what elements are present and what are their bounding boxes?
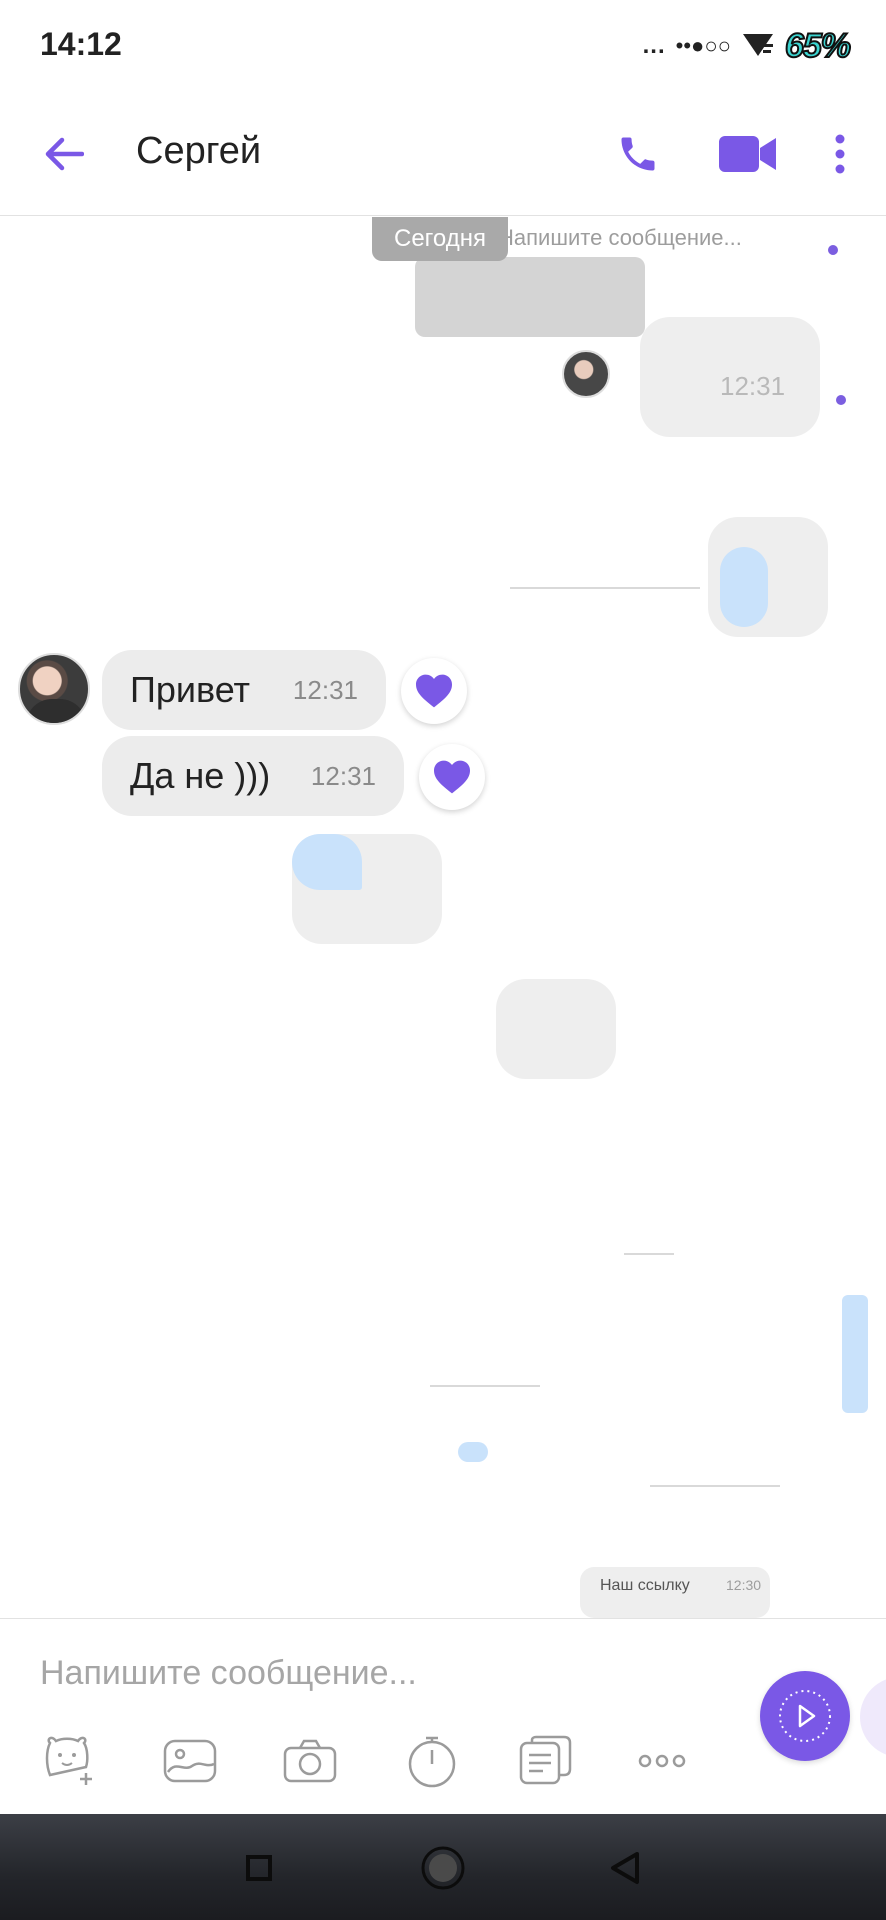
status-time: 14:12 <box>40 26 122 62</box>
secondary-action-button[interactable] <box>860 1677 886 1757</box>
notification-dots-icon: ... <box>642 32 666 59</box>
home-button[interactable] <box>415 1840 471 1896</box>
gif-button[interactable] <box>514 1729 578 1793</box>
battery-percentage: 65% <box>784 26 852 66</box>
date-separator: Сегодня <box>372 217 508 261</box>
message-bubble[interactable]: Привет 12:31 <box>102 650 386 730</box>
sticker-icon <box>45 1736 92 1785</box>
camera-icon <box>283 1739 337 1783</box>
send-icon <box>779 1690 831 1742</box>
message-text: Да не ))) <box>130 755 271 796</box>
ghost-artifact <box>624 1253 674 1255</box>
like-button[interactable] <box>419 744 485 810</box>
more-vertical-icon <box>835 134 845 174</box>
message-bubble[interactable]: Да не ))) 12:31 <box>102 736 404 816</box>
ghost-artifact <box>458 1442 488 1462</box>
phone-icon <box>621 137 655 171</box>
composer-toolbar <box>0 1729 720 1805</box>
message-text: Привет <box>130 669 251 710</box>
voice-call-button[interactable] <box>610 126 666 182</box>
back-nav-button[interactable] <box>597 1840 653 1896</box>
screen: 14:12 ... ••●○○ 65% Сергей Напишите сооб… <box>0 0 886 1920</box>
video-camera-icon <box>719 136 776 172</box>
arrow-left-icon <box>45 137 84 171</box>
back-button[interactable] <box>38 128 90 180</box>
more-horizontal-icon <box>638 1754 686 1768</box>
sticker-button[interactable] <box>38 1729 102 1793</box>
heart-icon <box>434 760 470 794</box>
ghost-artifact <box>496 979 616 1079</box>
square-icon <box>246 1855 272 1881</box>
like-button[interactable] <box>401 658 467 724</box>
triangle-back-icon <box>611 1852 639 1884</box>
chat-title[interactable]: Сергей <box>136 130 261 173</box>
ghost-artifact <box>836 395 846 405</box>
more-options-button[interactable] <box>826 126 854 182</box>
gallery-button[interactable] <box>158 1729 222 1793</box>
message-time: 12:31 <box>310 760 376 791</box>
gif-icon <box>519 1735 572 1785</box>
ghost-time: 12:31 <box>720 371 786 401</box>
ghost-link-text: Наш ссылку <box>600 1577 690 1594</box>
signal-strength-icon: ••●○○ <box>675 33 731 58</box>
timer-icon <box>408 1736 456 1788</box>
status-bar: 14:12 ... ••●○○ 65% <box>0 0 886 92</box>
status-icons: ... ••●○○ 65% <box>642 24 852 68</box>
ghost-avatar <box>562 350 610 398</box>
timer-button[interactable] <box>400 1729 464 1793</box>
home-circle-icon <box>421 1846 465 1890</box>
chat-header: Сергей <box>0 92 886 216</box>
ghost-time: 12:30 <box>726 1577 762 1593</box>
ghost-artifact <box>510 587 700 589</box>
ghost-artifact <box>292 834 362 890</box>
heart-icon <box>416 674 452 708</box>
wifi-icon <box>741 30 775 63</box>
gallery-icon <box>163 1739 217 1783</box>
ghost-artifact <box>828 245 838 255</box>
ghost-artifact <box>720 547 768 627</box>
ghost-artifact <box>415 257 645 337</box>
more-tools-button[interactable] <box>630 1729 694 1793</box>
system-navigation-bar <box>0 1814 886 1920</box>
ghost-artifact <box>430 1385 540 1387</box>
camera-button[interactable] <box>278 1729 342 1793</box>
input-bar <box>0 1618 886 1814</box>
send-button[interactable] <box>760 1671 850 1761</box>
ghost-placeholder-text: Напишите сообщение... <box>498 225 742 250</box>
video-call-button[interactable] <box>716 126 780 182</box>
contact-avatar[interactable] <box>18 653 90 725</box>
recent-apps-button[interactable] <box>231 1840 287 1896</box>
chat-area[interactable]: Напишите сообщение... 12:31 Наш ссылку 1… <box>0 217 886 1618</box>
ghost-artifact <box>842 1295 868 1413</box>
ghost-artifact <box>650 1485 780 1487</box>
message-input[interactable] <box>40 1643 720 1703</box>
message-time: 12:31 <box>292 674 358 705</box>
